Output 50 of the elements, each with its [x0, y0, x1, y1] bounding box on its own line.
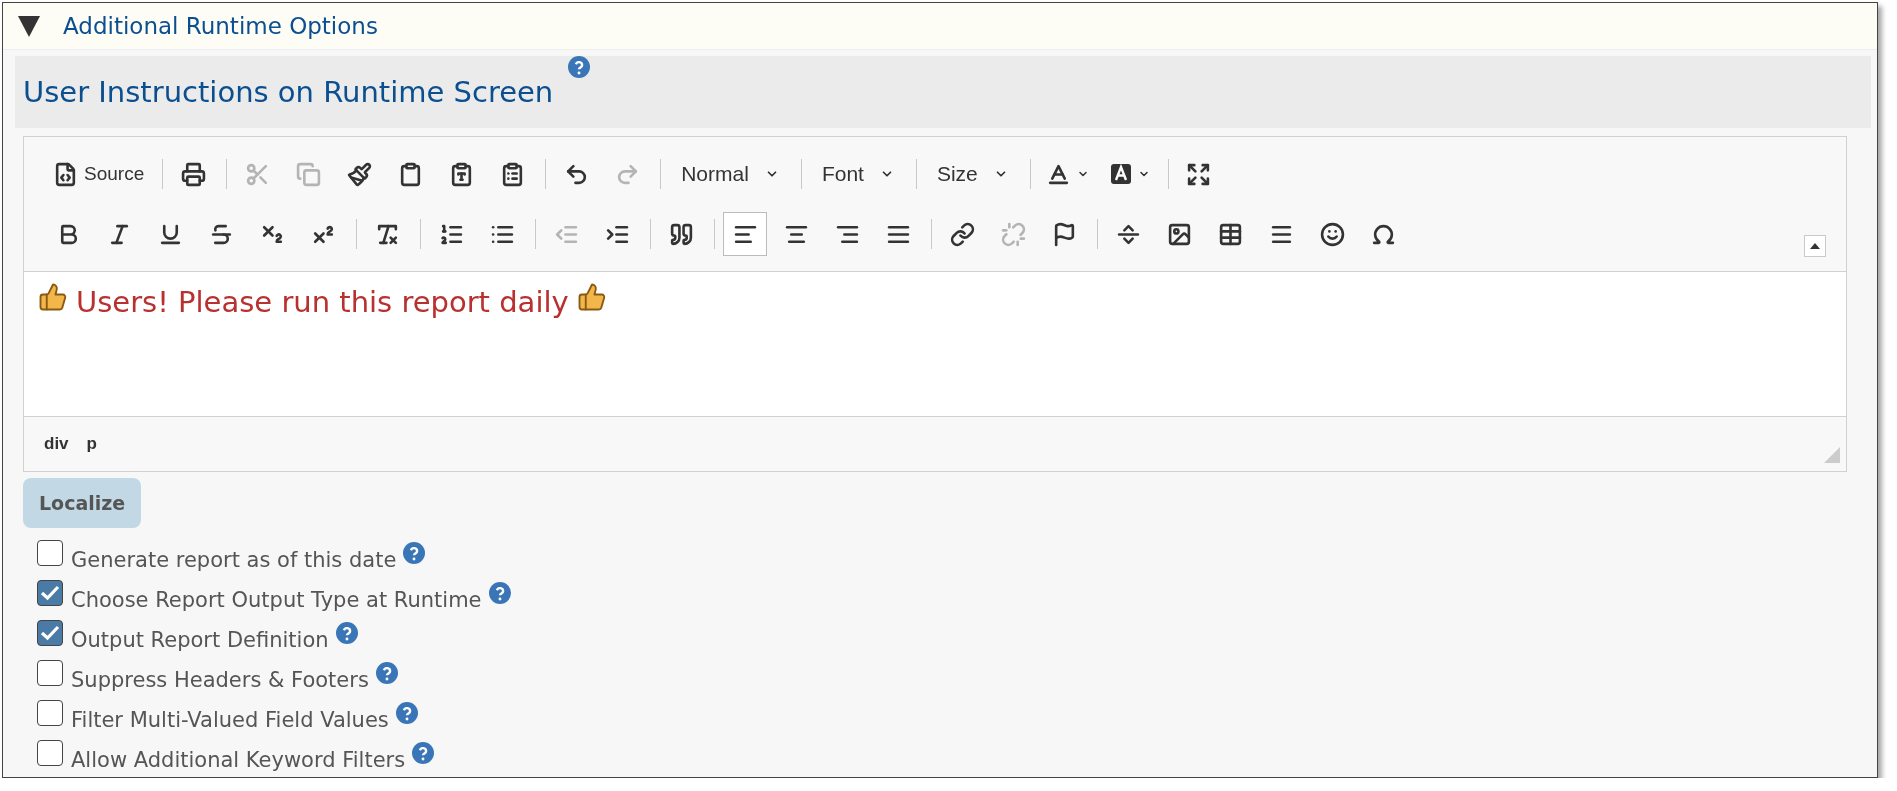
option-label: Allow Additional Keyword Filters	[71, 748, 406, 772]
localize-button[interactable]: Localize	[23, 478, 142, 528]
thumbs-up-icon	[38, 282, 68, 312]
option-label: Generate report as of this date	[71, 548, 397, 572]
brush-icon	[346, 161, 372, 187]
dropdown[interactable]: Normal	[669, 152, 791, 196]
blockquote-icon	[668, 221, 694, 247]
help-icon[interactable]	[568, 56, 591, 78]
smiley-icon	[1319, 221, 1345, 247]
instruction-text: Users! Please run this report daily	[76, 284, 569, 321]
panel-title: User Instructions on Runtime Screen	[23, 75, 554, 109]
cut-icon	[244, 161, 270, 187]
background-color-icon	[1109, 163, 1132, 185]
checkbox[interactable]	[37, 660, 63, 686]
checkbox[interactable]	[37, 700, 63, 726]
table-icon	[1217, 221, 1243, 247]
expanded-triangle-icon[interactable]	[17, 14, 41, 38]
option-label: Output Report Definition	[71, 628, 329, 652]
checkbox[interactable]	[37, 620, 63, 646]
resize-grip-icon[interactable]	[1824, 447, 1840, 463]
maximize-icon	[1186, 161, 1212, 187]
thumbs-up-icon	[576, 282, 607, 312]
unlink-icon	[1000, 221, 1026, 247]
option-label: Suppress Headers & Footers	[71, 668, 369, 692]
element-path-link[interactable]: p	[86, 434, 97, 454]
help-icon[interactable]	[395, 702, 418, 724]
image-icon	[1166, 221, 1192, 247]
source-button[interactable]: Source	[46, 152, 152, 196]
checkbox[interactable]	[37, 740, 63, 766]
source-icon	[53, 161, 78, 187]
help-icon[interactable]	[488, 582, 511, 604]
help-icon[interactable]	[375, 662, 398, 684]
checkbox[interactable]	[37, 580, 63, 606]
checkbox[interactable]	[37, 540, 63, 566]
dropdown[interactable]: Font	[809, 152, 906, 196]
copy-icon	[295, 161, 321, 187]
help-icon[interactable]	[403, 542, 426, 564]
link-icon	[949, 221, 975, 247]
dropdown[interactable]: Size	[924, 152, 1020, 196]
collapse-toolbar-button[interactable]	[1804, 235, 1826, 257]
option-label: Filter Multi-Valued Field Values	[71, 708, 389, 732]
element-path-link[interactable]: div	[44, 434, 69, 454]
editor-content[interactable]: Users! Please run this report daily	[24, 271, 1846, 417]
help-icon[interactable]	[412, 742, 435, 764]
toolbar-button[interactable]	[723, 212, 767, 256]
section-title: Additional Runtime Options	[63, 13, 378, 39]
help-icon[interactable]	[335, 622, 358, 644]
print-icon	[180, 161, 206, 187]
option-label: Choose Report Output Type at Runtime	[71, 588, 482, 612]
caret-icon	[1810, 243, 1820, 249]
